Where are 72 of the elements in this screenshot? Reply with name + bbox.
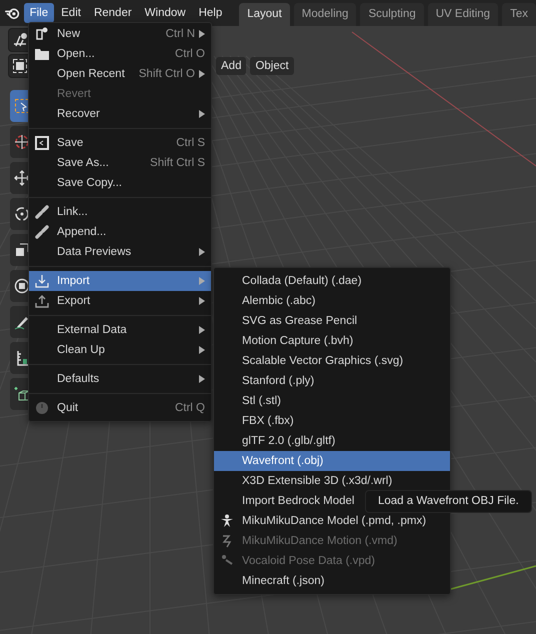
menu-item[interactable]: Import bbox=[29, 271, 211, 291]
menu-item[interactable]: Wavefront (.obj) bbox=[214, 451, 450, 471]
menu-item[interactable]: Scalable Vector Graphics (.svg) bbox=[214, 351, 450, 371]
menu-bar-item[interactable]: Help bbox=[192, 3, 228, 23]
menu-item[interactable]: Alembic (.abc) bbox=[214, 291, 450, 311]
rotate-icon bbox=[14, 206, 30, 222]
figure-icon bbox=[220, 514, 234, 528]
submenu-arrow-icon bbox=[199, 277, 205, 285]
upload-icon bbox=[35, 294, 49, 308]
menu-item[interactable]: Stanford (.ply) bbox=[214, 371, 450, 391]
menu-item[interactable]: X3D Extensible 3D (.x3d/.wrl) bbox=[214, 471, 450, 491]
transform-icon bbox=[14, 278, 30, 294]
workspace-tab[interactable]: UV Editing bbox=[428, 3, 498, 26]
header-menu-button[interactable]: Object bbox=[250, 57, 294, 75]
menu-item[interactable]: Recover bbox=[29, 104, 211, 124]
menu-item[interactable]: New Ctrl N bbox=[29, 24, 211, 44]
menu-item[interactable]: Open Recent Shift Ctrl O bbox=[29, 64, 211, 84]
download-icon bbox=[35, 274, 49, 288]
menu-item[interactable]: Defaults bbox=[29, 369, 211, 389]
select-box-icon bbox=[14, 98, 30, 114]
menu-item[interactable]: Append... bbox=[29, 222, 211, 242]
workspace-tab[interactable]: Sculpting bbox=[360, 3, 424, 26]
scale-icon bbox=[14, 242, 30, 258]
menu-item[interactable]: External Data bbox=[29, 320, 211, 340]
menu-item[interactable]: Minecraft (.json) bbox=[214, 571, 450, 591]
workspace-tab[interactable]: Layout bbox=[239, 3, 290, 26]
menu-item[interactable]: Motion Capture (.bvh) bbox=[214, 331, 450, 351]
shortcut-label: Ctrl Q bbox=[174, 402, 205, 414]
submenu-arrow-icon bbox=[199, 110, 205, 118]
shortcut-label: Shift Ctrl O bbox=[138, 68, 195, 80]
new-file-icon bbox=[35, 27, 49, 41]
workspace-tab[interactable]: Tex bbox=[502, 3, 536, 26]
submenu-arrow-icon bbox=[199, 248, 205, 256]
menu-item[interactable]: Data Previews bbox=[29, 242, 211, 262]
shortcut-label: Shift Ctrl S bbox=[150, 157, 205, 169]
menu-item[interactable]: Save Ctrl S bbox=[29, 133, 211, 153]
submenu-arrow-icon bbox=[199, 297, 205, 305]
menu-item[interactable]: Stl (.stl) bbox=[214, 391, 450, 411]
menu-item[interactable]: glTF 2.0 (.glb/.gltf) bbox=[214, 431, 450, 451]
menu-item[interactable]: Clean Up bbox=[29, 340, 211, 360]
cursor-icon bbox=[14, 134, 30, 150]
submenu-arrow-icon bbox=[199, 326, 205, 334]
submenu-arrow-icon bbox=[199, 30, 205, 38]
menu-item[interactable]: MikuMikuDance Model (.pmd, .pmx) bbox=[214, 511, 450, 531]
submenu-arrow-icon bbox=[199, 70, 205, 78]
menu-item[interactable]: Quit Ctrl Q bbox=[29, 398, 211, 418]
menu-item[interactable]: Save As... Shift Ctrl S bbox=[29, 153, 211, 173]
menu-item[interactable]: Export bbox=[29, 291, 211, 311]
move-icon bbox=[14, 170, 30, 186]
pencil-icon bbox=[14, 314, 30, 330]
menu-item[interactable]: Link... bbox=[29, 202, 211, 222]
menu-bar-item[interactable]: File bbox=[24, 3, 54, 23]
tooltip: Load a Wavefront OBJ File. bbox=[365, 490, 532, 513]
menu-bar-item[interactable]: Window bbox=[138, 3, 192, 23]
menu-item[interactable]: Open... Ctrl O bbox=[29, 44, 211, 64]
menu-item[interactable]: Collada (Default) (.dae) bbox=[214, 271, 450, 291]
shortcut-label: Ctrl S bbox=[176, 137, 205, 149]
shortcut-label: Ctrl N bbox=[166, 28, 195, 40]
power-icon bbox=[35, 401, 49, 415]
menu-item[interactable]: FBX (.fbx) bbox=[214, 411, 450, 431]
submenu-arrow-icon bbox=[199, 346, 205, 354]
menu-item[interactable]: SVG as Grease Pencil bbox=[214, 311, 450, 331]
motion-icon bbox=[220, 534, 234, 548]
menu-bar-item[interactable]: Render bbox=[88, 3, 138, 23]
submenu-arrow-icon bbox=[199, 375, 205, 383]
workspace-tab[interactable]: Modeling bbox=[294, 3, 356, 26]
header-menu-button[interactable]: Add bbox=[216, 57, 246, 75]
menu-bar-item[interactable]: Edit bbox=[55, 3, 87, 23]
menu-item[interactable]: Save Copy... bbox=[29, 173, 211, 193]
select-box-icon bbox=[12, 58, 28, 74]
folder-icon bbox=[35, 48, 49, 60]
shortcut-label: Ctrl O bbox=[174, 48, 205, 60]
